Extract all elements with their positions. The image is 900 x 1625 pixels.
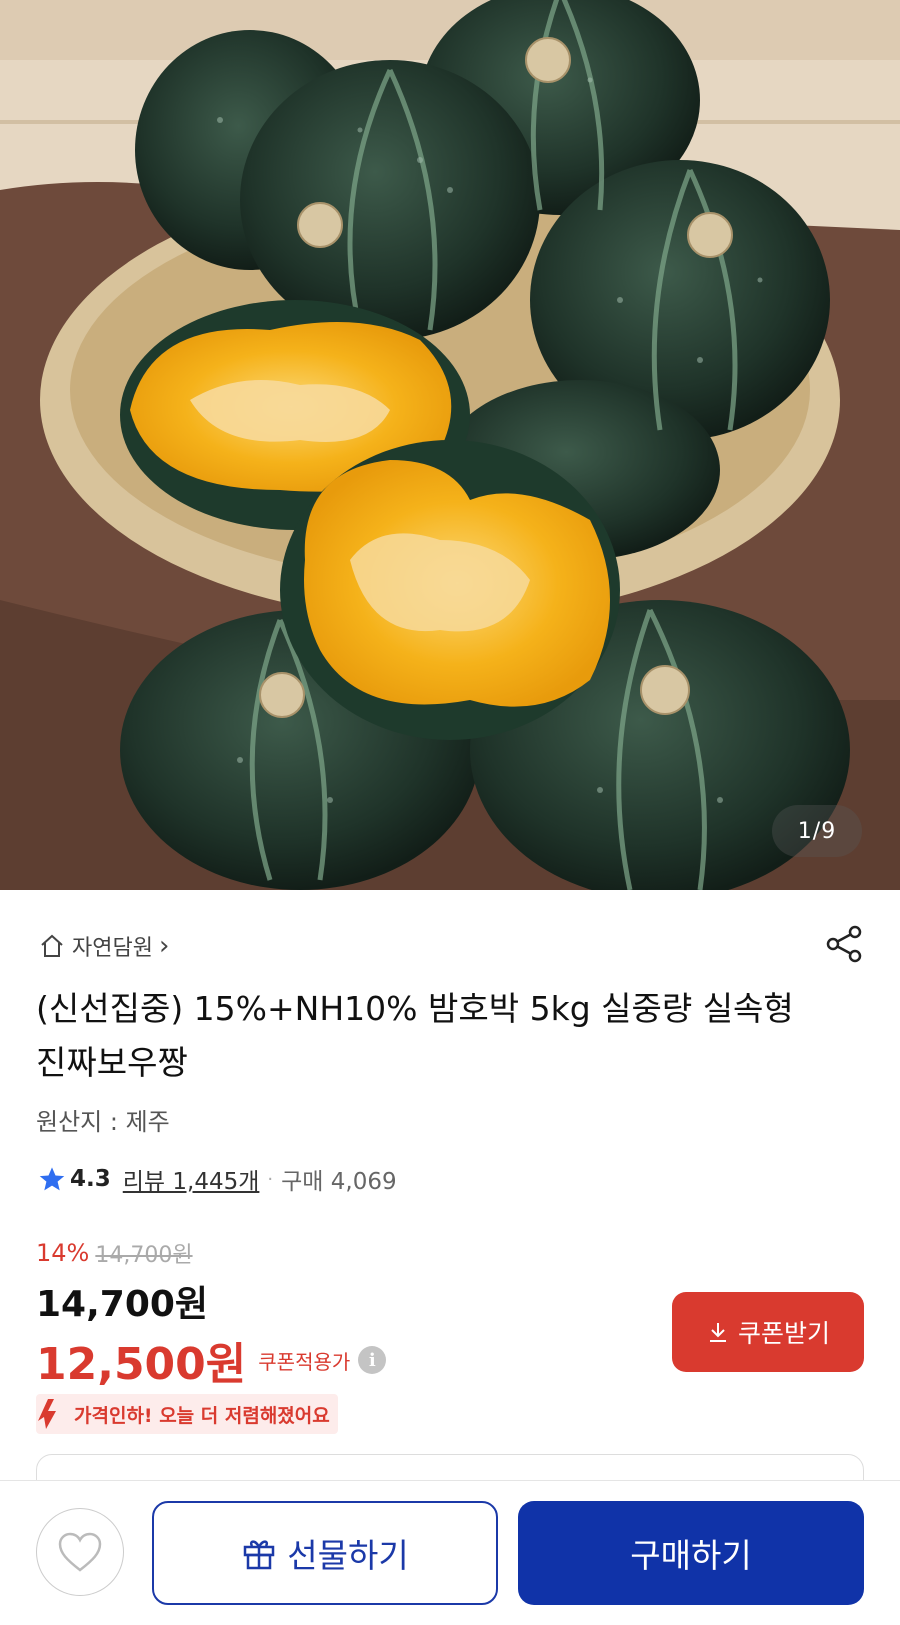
download-arrow-icon [709, 1323, 726, 1342]
product-origin: 원산지 : 제주 [36, 1108, 170, 1136]
discount-rate: 14% [36, 1239, 90, 1267]
discount-row: 14% 14,700원 [36, 1237, 193, 1269]
coupon-price-row: 12,500원 쿠폰적용가 i [36, 1328, 387, 1392]
chevron-right-icon: › [158, 931, 170, 961]
info-icon[interactable]: i [358, 1346, 387, 1374]
bottom-action-bar: 선물하기 구매하기 [0, 1480, 900, 1625]
sale-price: 14,700원 [36, 1284, 209, 1325]
price-drop-badge: 가격인하! 오늘 더 저렴해졌어요 [36, 1394, 338, 1434]
image-counter: 1/9 [772, 805, 862, 857]
get-coupon-label: 쿠폰받기 [737, 1319, 830, 1348]
gift-button-label: 선물하기 [287, 1536, 409, 1575]
review-link[interactable]: 리뷰 1,445개 [123, 1162, 260, 1196]
heart-icon [58, 1532, 102, 1572]
get-coupon-button[interactable]: 쿠폰받기 [672, 1292, 864, 1372]
price-drop-text: 가격인하! 오늘 더 저렴해졌어요 [74, 1404, 330, 1427]
seller-name: 자연담원 [72, 936, 153, 961]
product-title: (신선집중) 15%+NH10% 밤호박 5kg 실중량 실속형 진짜보우짱 [36, 989, 794, 1082]
buy-button[interactable]: 구매하기 [518, 1501, 864, 1605]
star-icon [39, 1167, 65, 1191]
rating-score: 4.3 [70, 1166, 111, 1192]
seller-link[interactable]: 자연담원 › [38, 930, 169, 962]
separator-dot: · [267, 1168, 274, 1190]
home-icon [41, 934, 63, 957]
product-image-gallery[interactable]: 1/9 [0, 0, 900, 890]
product-photo [0, 0, 900, 890]
price-down-arrow-icon [38, 1399, 56, 1429]
wishlist-button[interactable] [36, 1508, 124, 1596]
rating-row: 4.3 리뷰 1,445개 · 구매 4,069 [38, 1162, 397, 1196]
coupon-price: 12,500원 [36, 1339, 247, 1390]
buy-button-label: 구매하기 [630, 1536, 752, 1575]
product-info: 자연담원 › (신선집중) 15%+NH10% 밤호박 5kg 실중량 실속형 … [0, 890, 900, 1514]
purchase-count: 구매 4,069 [281, 1169, 397, 1195]
original-price: 14,700원 [95, 1243, 193, 1268]
coupon-price-label: 쿠폰적용가 [258, 1349, 351, 1374]
gift-button[interactable]: 선물하기 [152, 1501, 498, 1605]
share-icon[interactable] [824, 924, 864, 964]
gift-icon [244, 1540, 275, 1570]
